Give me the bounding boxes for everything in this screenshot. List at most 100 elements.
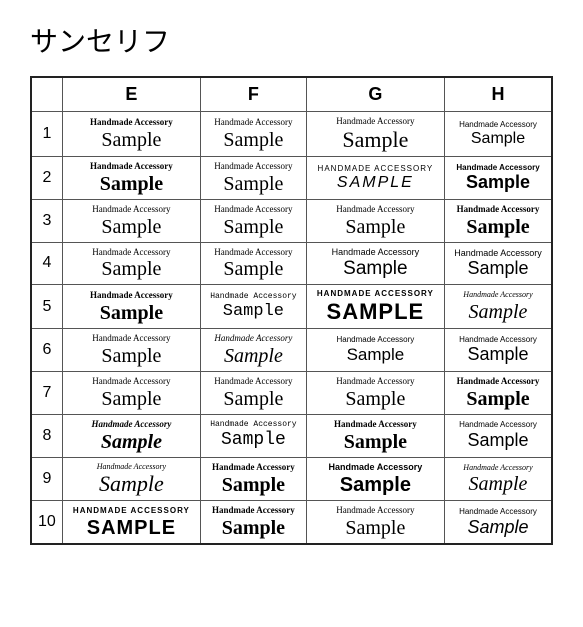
table-row: 9Handmade AccessorySampleHandmade Access… — [31, 457, 552, 501]
cell-r7-c0: Handmade AccessorySample — [62, 371, 200, 414]
cell-main-label: Sample — [222, 474, 285, 496]
cell-sub-label: Handmade Accessory — [212, 462, 295, 473]
cell-sub-label: Handmade Accessory — [92, 247, 170, 258]
cell-sub-label: Handmade Accessory — [336, 335, 414, 345]
cell-main-label: Sample — [101, 345, 161, 367]
cell-r2-c1: Handmade AccessorySample — [201, 156, 307, 199]
cell-main-label: Sample — [344, 431, 407, 453]
cell-main-label: Sample — [101, 129, 161, 151]
row-num-9: 9 — [31, 457, 62, 501]
cell-sub-label: Handmade Accessory — [334, 419, 417, 430]
cell-sub-label: Handmade Accessory — [97, 462, 166, 472]
row-num-8: 8 — [31, 414, 62, 457]
col-header-e: E — [62, 77, 200, 112]
page-title: サンセリフ — [30, 20, 553, 60]
cell-r10-c0: HANDMADE ACCESSORYSAMPLE — [62, 501, 200, 544]
cell-main-label: Sample — [221, 431, 286, 451]
cell-sub-label: Handmade Accessory — [214, 247, 292, 258]
col-header-f: F — [201, 77, 307, 112]
cell-sub-label: Handmade Accessory — [214, 376, 292, 387]
cell-main-label: Sample — [469, 301, 528, 323]
cell-main-label: Sample — [100, 173, 163, 195]
cell-r10-c2: Handmade AccessorySample — [306, 501, 444, 544]
cell-sub-label: HANDMADE ACCESSORY — [73, 506, 190, 516]
cell-sub-label: Handmade Accessory — [214, 204, 292, 215]
cell-main-label: Sample — [345, 517, 405, 539]
cell-sub-label: Handmade Accessory — [454, 248, 542, 259]
cell-r3-c1: Handmade AccessorySample — [201, 199, 307, 242]
cell-sub-label: Handmade Accessory — [459, 507, 537, 517]
cell-main-label: Sample — [101, 258, 161, 280]
cell-r7-c1: Handmade AccessorySample — [201, 371, 307, 414]
cell-r9-c1: Handmade AccessorySample — [201, 457, 307, 501]
cell-main-label: Sample — [101, 388, 161, 410]
cell-r7-c2: Handmade AccessorySample — [306, 371, 444, 414]
cell-sub-label: Handmade Accessory — [336, 505, 414, 516]
cell-sub-label: HANDMADE ACCESSORY — [318, 164, 434, 174]
cell-main-label: Sample — [467, 518, 528, 538]
cell-main-label: Sample — [343, 259, 407, 280]
cell-r9-c2: Handmade AccessorySample — [306, 457, 444, 501]
table-row: 5Handmade AccessorySampleHandmade Access… — [31, 285, 552, 329]
cell-main-label: Sample — [100, 302, 163, 324]
cell-sub-label: Handmade Accessory — [463, 290, 532, 300]
cell-r1-c1: Handmade AccessorySample — [201, 112, 307, 157]
cell-main-label: SAMPLE — [87, 517, 176, 539]
font-sample-table: E F G H 1Handmade AccessorySampleHandmad… — [30, 76, 553, 545]
cell-main-label: Sample — [223, 303, 284, 322]
table-row: 6Handmade AccessorySampleHandmade Access… — [31, 329, 552, 372]
cell-sub-label: Handmade Accessory — [92, 204, 170, 215]
cell-main-label: Sample — [222, 517, 285, 539]
cell-main-label: SAMPLE — [327, 300, 425, 324]
cell-main-label: Sample — [467, 345, 528, 365]
cell-r6-c0: Handmade AccessorySample — [62, 329, 200, 372]
table-row: 10HANDMADE ACCESSORYSAMPLEHandmade Acces… — [31, 501, 552, 544]
cell-main-label: Sample — [345, 216, 405, 238]
cell-r2-c3: Handmade AccessorySample — [445, 156, 553, 199]
table-row: 7Handmade AccessorySampleHandmade Access… — [31, 371, 552, 414]
cell-sub-label: Handmade Accessory — [90, 117, 173, 128]
cell-r3-c2: Handmade AccessorySample — [306, 199, 444, 242]
cell-r3-c0: Handmade AccessorySample — [62, 199, 200, 242]
cell-main-label: Sample — [101, 216, 161, 238]
cell-r5-c2: HANDMADE ACCESSORYSAMPLE — [306, 285, 444, 329]
cell-sub-label: Handmade Accessory — [92, 333, 170, 344]
cell-r9-c3: Handmade AccessorySample — [445, 457, 553, 501]
cell-r5-c0: Handmade AccessorySample — [62, 285, 200, 329]
cell-main-label: Sample — [467, 431, 528, 451]
cell-r2-c0: Handmade AccessorySample — [62, 156, 200, 199]
cell-sub-label: Handmade Accessory — [212, 505, 295, 516]
cell-r6-c3: Handmade AccessorySample — [445, 329, 553, 372]
cell-r7-c3: Handmade AccessorySample — [445, 371, 553, 414]
cell-sub-label: Handmade Accessory — [214, 117, 292, 128]
cell-r4-c2: Handmade AccessorySample — [306, 242, 444, 285]
cell-sub-label: Handmade Accessory — [457, 376, 540, 387]
col-header-g: G — [306, 77, 444, 112]
cell-main-label: Sample — [223, 258, 283, 280]
cell-sub-label: Handmade Accessory — [459, 335, 537, 345]
row-num-4: 4 — [31, 242, 62, 285]
cell-r10-c1: Handmade AccessorySample — [201, 501, 307, 544]
cell-r3-c3: Handmade AccessorySample — [445, 199, 553, 242]
cell-r8-c3: Handmade AccessorySample — [445, 414, 553, 457]
cell-sub-label: Handmade Accessory — [214, 161, 292, 172]
row-num-2: 2 — [31, 156, 62, 199]
cell-main-label: Sample — [466, 173, 530, 193]
table-row: 3Handmade AccessorySampleHandmade Access… — [31, 199, 552, 242]
cell-r1-c3: Handmade AccessorySample — [445, 112, 553, 157]
cell-main-label: Sample — [466, 388, 529, 410]
cell-main-label: Sample — [469, 473, 528, 495]
table-row: 8Handmade AccessorySampleHandmade Access… — [31, 414, 552, 457]
row-num-10: 10 — [31, 501, 62, 544]
col-header-empty — [31, 77, 62, 112]
cell-sub-label: HANDMADE ACCESSORY — [317, 289, 434, 299]
cell-sub-label: Handmade Accessory — [90, 161, 173, 172]
cell-r8-c2: Handmade AccessorySample — [306, 414, 444, 457]
cell-sub-label: Handmade Accessory — [459, 120, 537, 130]
cell-sub-label: Handmade Accessory — [336, 376, 414, 387]
cell-main-label: Sample — [223, 388, 283, 410]
cell-r1-c0: Handmade AccessorySample — [62, 112, 200, 157]
cell-main-label: Sample — [340, 474, 411, 496]
cell-sub-label: Handmade Accessory — [214, 333, 292, 344]
cell-sub-label: Handmade Accessory — [459, 420, 537, 430]
